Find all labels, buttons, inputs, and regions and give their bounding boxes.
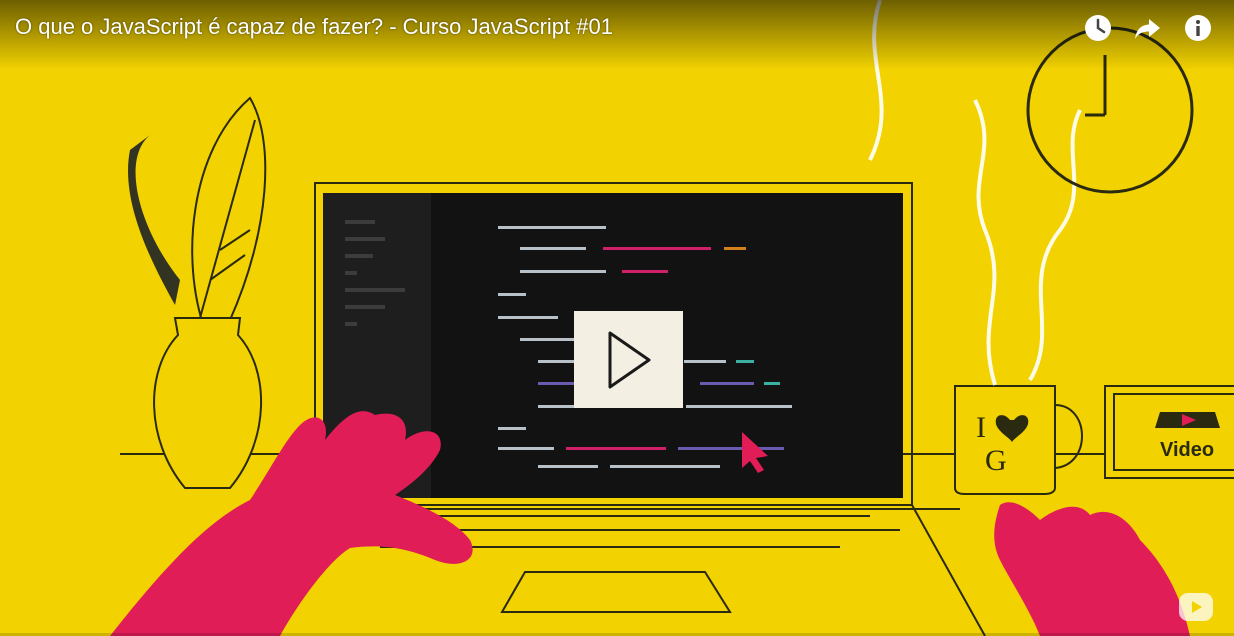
play-icon (608, 331, 650, 388)
svg-text:G: G (985, 444, 1007, 477)
svg-text:Video: Video (1160, 439, 1214, 461)
info-icon (1185, 15, 1211, 41)
top-actions (1080, 10, 1216, 46)
video-player[interactable]: I G Video O que o JavaScript é capaz de … (0, 0, 1234, 636)
svg-text:I: I (976, 411, 986, 444)
info-button[interactable] (1180, 10, 1216, 46)
play-button[interactable] (574, 311, 683, 408)
video-title[interactable]: O que o JavaScript é capaz de fazer? - C… (15, 13, 613, 41)
youtube-watermark-icon[interactable] (1178, 592, 1214, 622)
watch-later-button[interactable] (1080, 10, 1116, 46)
clock-icon (1085, 15, 1111, 41)
video-sign-illustration: Video (1104, 385, 1234, 479)
share-arrow-icon (1135, 19, 1160, 39)
share-button[interactable] (1130, 10, 1166, 46)
